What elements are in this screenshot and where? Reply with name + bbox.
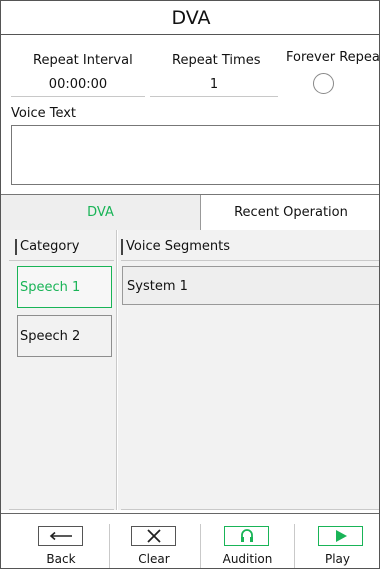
repeat-times-label: Repeat Times [172, 53, 261, 68]
bottom-toolbar: Back Clear Audition Play [1, 513, 379, 568]
voice-text-label: Voice Text [11, 106, 77, 121]
tab-recent-operation[interactable]: Recent Operation [200, 195, 379, 230]
clear-label: Clear [138, 552, 170, 566]
tab-bar: DVA Recent Operation [1, 194, 379, 230]
voice-text-field[interactable] [11, 125, 379, 185]
category-footer-divider [9, 509, 114, 510]
segment-item-system-1[interactable]: System 1 [122, 266, 379, 305]
x-icon [146, 529, 161, 543]
voice-segments-header: Voice Segments [121, 237, 230, 257]
clear-button[interactable]: Clear [109, 514, 199, 568]
segments-header-divider [121, 260, 379, 261]
forever-repeat-radio[interactable] [313, 73, 334, 94]
back-button[interactable]: Back [11, 514, 111, 568]
play-label: Play [324, 552, 351, 566]
dva-window: DVA Repeat Interval 00:00:00 Repeat Time… [0, 0, 380, 569]
repeat-times-input[interactable]: 1 [150, 77, 278, 97]
category-header: Category [15, 237, 79, 257]
category-item-speech-2[interactable]: Speech 2 [17, 315, 112, 357]
forever-repeat-label: Forever Repeat [286, 50, 380, 65]
repeat-interval-label: Repeat Interval [33, 53, 133, 68]
category-item-speech-1[interactable]: Speech 1 [17, 266, 112, 308]
page-title: DVA [1, 1, 379, 35]
category-header-divider [9, 260, 114, 261]
repeat-interval-input[interactable]: 00:00:00 [11, 77, 145, 97]
play-icon [335, 530, 347, 542]
play-button[interactable]: Play [294, 514, 379, 568]
headphones-icon [240, 529, 253, 542]
back-label: Back [46, 552, 76, 566]
audition-label: Audition [222, 552, 273, 566]
audition-button[interactable]: Audition [200, 514, 295, 568]
tab-dva[interactable]: DVA [1, 195, 200, 230]
segments-footer-divider [121, 509, 379, 510]
arrow-left-icon [49, 531, 72, 541]
